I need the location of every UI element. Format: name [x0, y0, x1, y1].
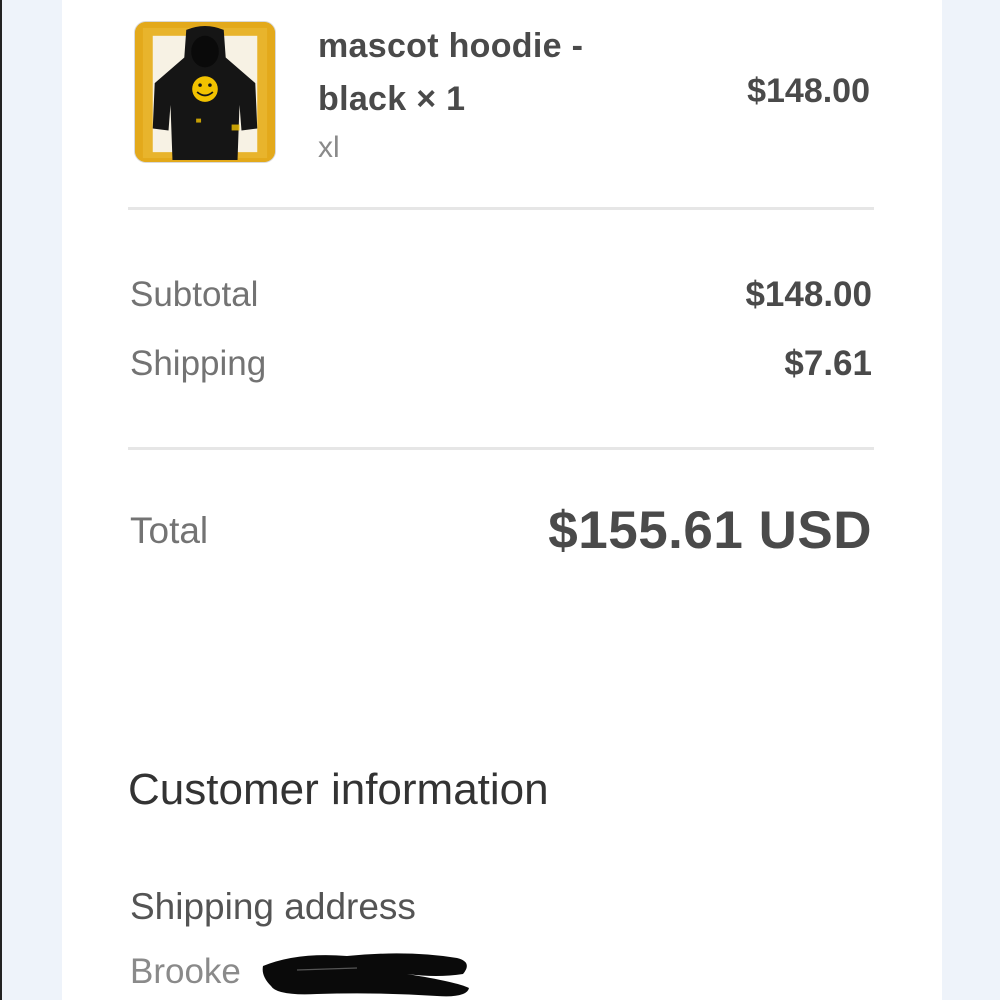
screen: mascot hoodie - black × 1 xl $148.00 Sub… [0, 0, 1000, 1000]
total-label: Total [130, 510, 209, 551]
shipping-address-heading: Shipping address [130, 886, 416, 927]
product-price: $148.00 [747, 72, 870, 110]
customer-information-heading: Customer information [128, 765, 549, 814]
redaction-scribble [262, 953, 469, 997]
order-status-card: mascot hoodie - black × 1 xl $148.00 Sub… [62, 0, 942, 1000]
shipping-address-name: Brooke [130, 952, 241, 991]
product-name: mascot hoodie - black × 1 [318, 27, 584, 118]
product-thumbnail[interactable] [134, 21, 276, 163]
window-edge [0, 0, 2, 1000]
product-variant: xl [318, 131, 340, 164]
total-value: $155.61 USD [548, 501, 872, 560]
subtotal-value: $148.00 [745, 275, 872, 314]
divider [128, 207, 874, 210]
divider [128, 447, 874, 450]
subtotal-label: Subtotal [130, 275, 259, 314]
hoodie-icon [135, 22, 275, 162]
shipping-label: Shipping [130, 344, 267, 383]
shipping-value: $7.61 [784, 344, 872, 383]
